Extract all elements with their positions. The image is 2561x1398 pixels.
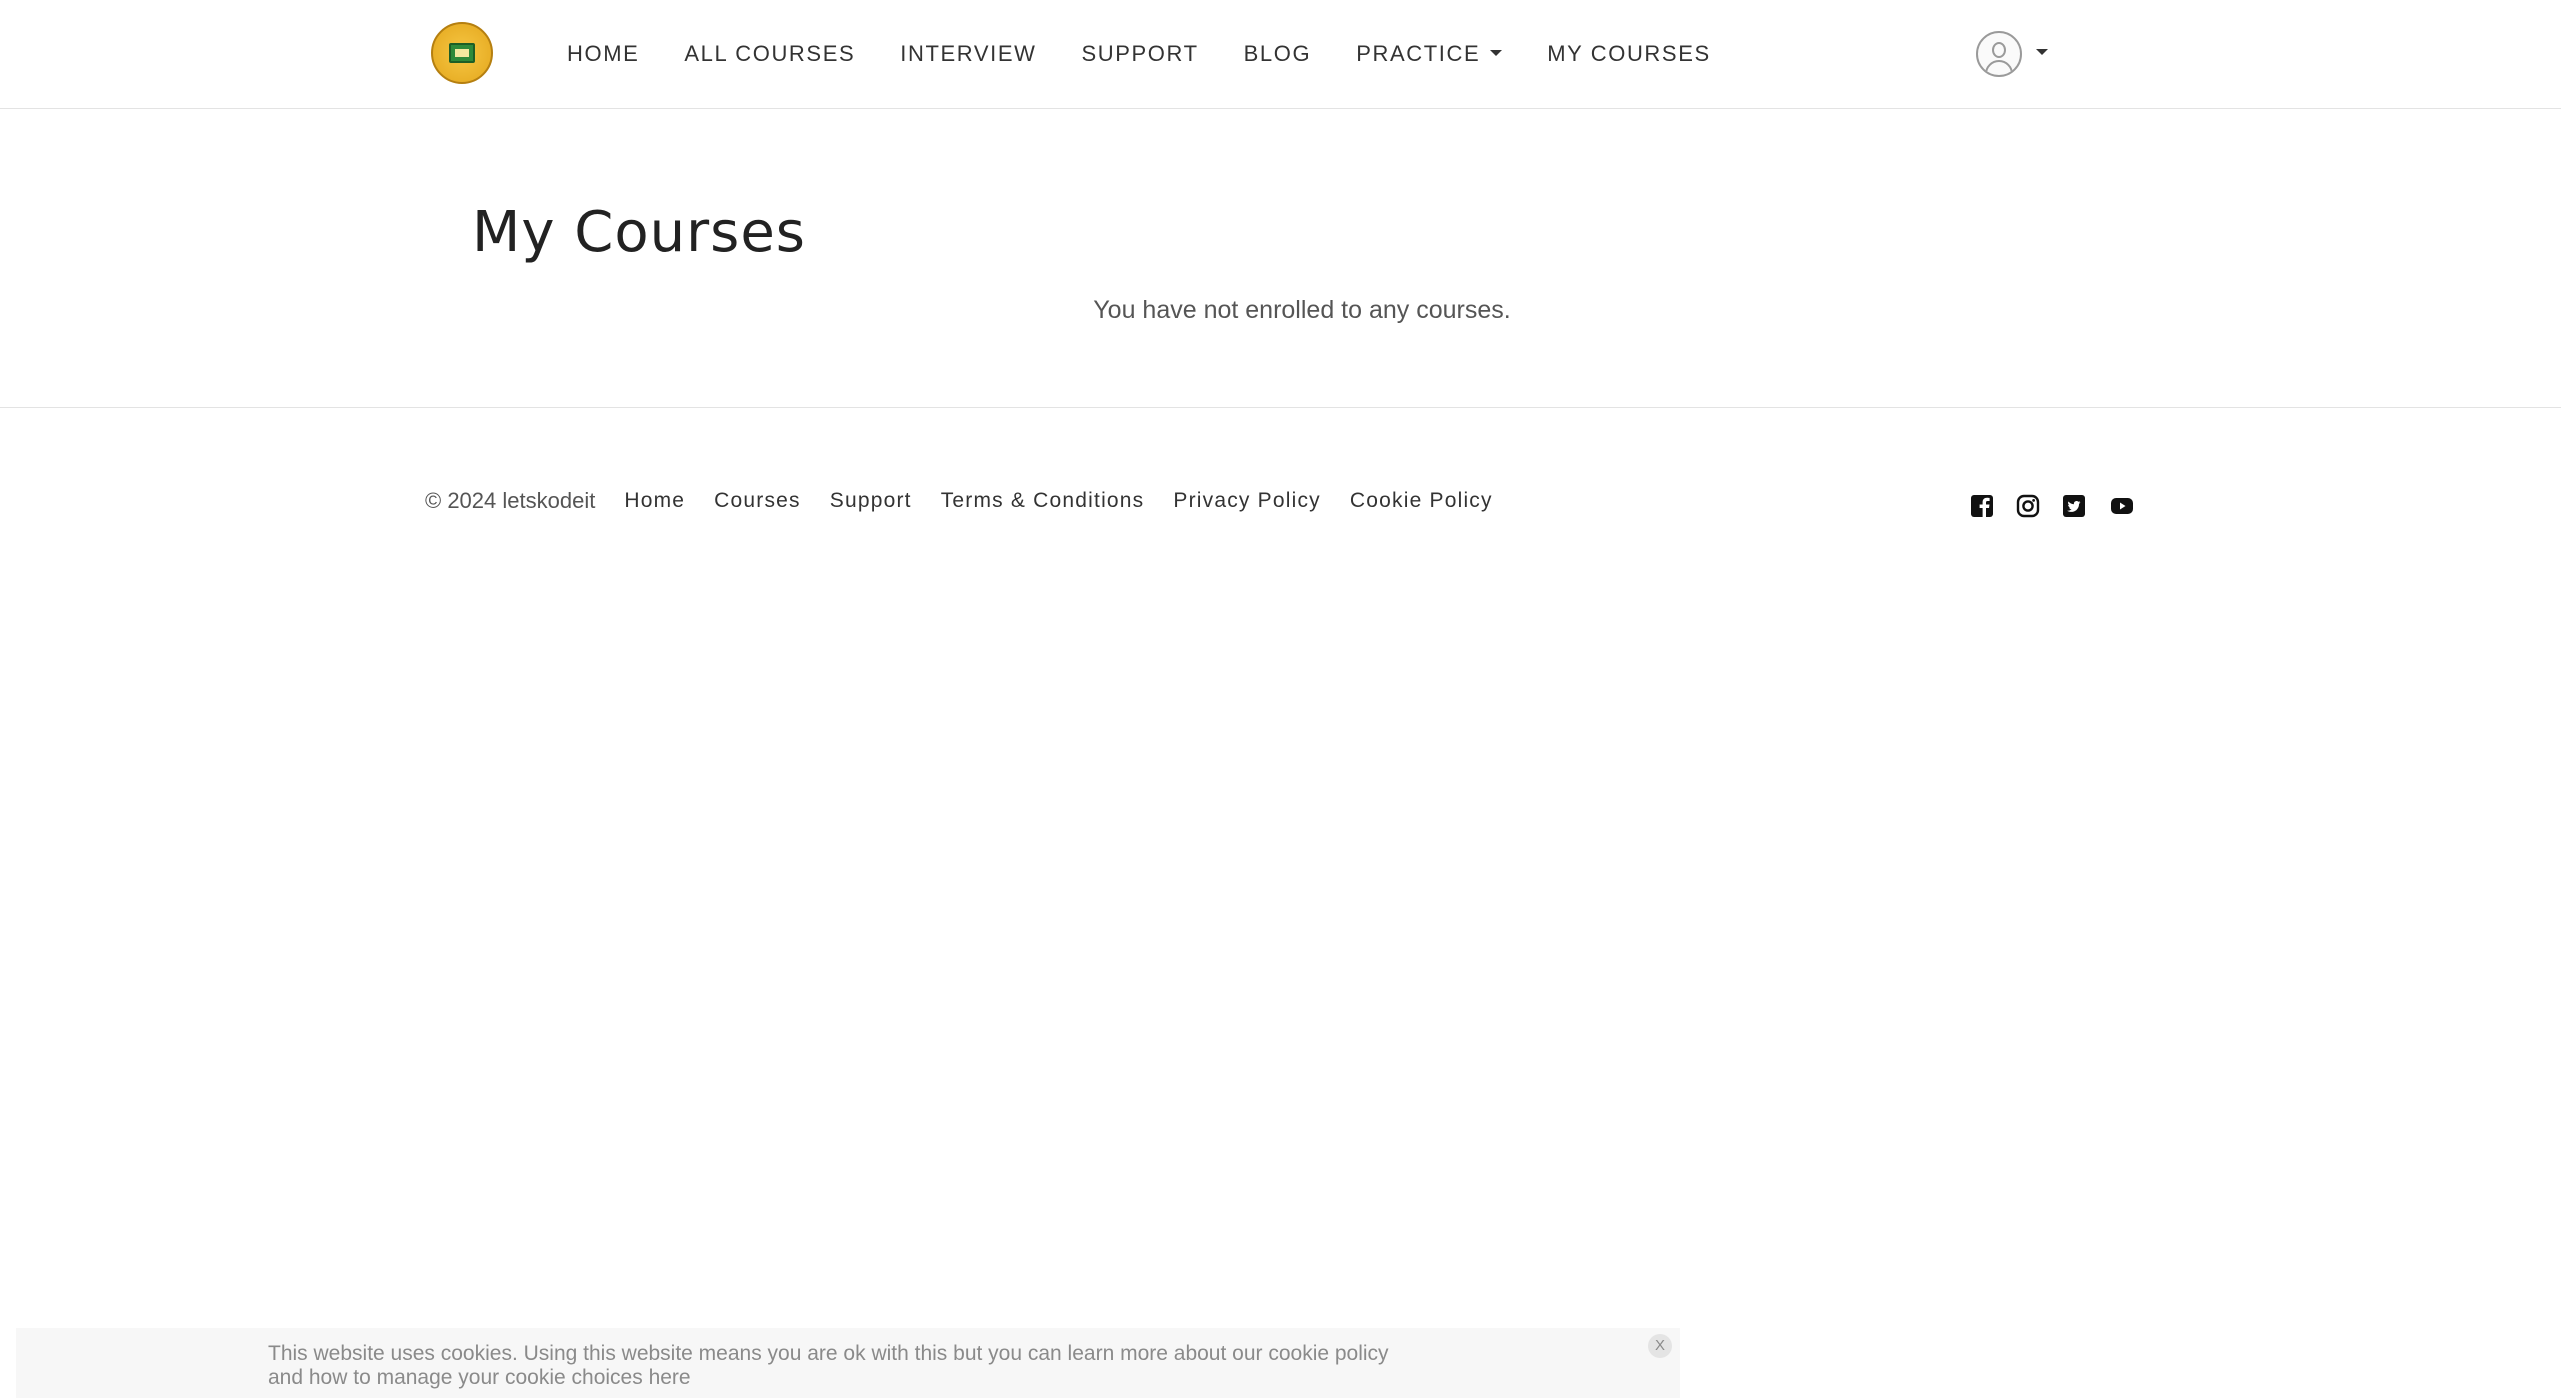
- cookie-message-line-1[interactable]: This website uses cookies. Using this we…: [268, 1342, 1468, 1366]
- social-links: [1970, 494, 2136, 518]
- nav-all-courses[interactable]: ALL COURSES: [684, 41, 855, 67]
- empty-courses-message: You have not enrolled to any courses.: [1093, 296, 1511, 324]
- main-nav: HOME ALL COURSES INTERVIEW SUPPORT BLOG …: [567, 0, 1756, 108]
- footer-link-terms[interactable]: Terms & Conditions: [941, 489, 1145, 513]
- footer-link-privacy[interactable]: Privacy Policy: [1173, 489, 1321, 513]
- instagram-icon[interactable]: [2016, 494, 2040, 518]
- cookie-banner: This website uses cookies. Using this we…: [16, 1328, 1680, 1398]
- user-menu-caret-icon[interactable]: [2036, 49, 2048, 55]
- nav-interview[interactable]: INTERVIEW: [900, 41, 1036, 67]
- footer-link-courses[interactable]: Courses: [714, 489, 801, 513]
- facebook-icon[interactable]: [1970, 494, 1994, 518]
- nav-my-courses[interactable]: MY COURSES: [1547, 41, 1711, 67]
- cookie-close-button[interactable]: X: [1648, 1334, 1672, 1358]
- site-footer: © 2024 letskodeit Home Courses Support T…: [0, 407, 2561, 607]
- user-menu[interactable]: [1976, 30, 2048, 78]
- footer-link-support[interactable]: Support: [830, 489, 912, 513]
- site-header: HOME ALL COURSES INTERVIEW SUPPORT BLOG …: [0, 0, 2561, 109]
- footer-link-cookie[interactable]: Cookie Policy: [1350, 489, 1493, 513]
- caret-down-icon: [1490, 50, 1503, 57]
- logo-laptop-icon: [449, 43, 475, 63]
- avatar-icon[interactable]: [1976, 31, 2022, 77]
- copyright: © 2024 letskodeit: [425, 488, 596, 513]
- nav-support[interactable]: SUPPORT: [1081, 41, 1198, 67]
- footer-link-home[interactable]: Home: [624, 489, 685, 513]
- nav-blog[interactable]: BLOG: [1244, 41, 1312, 67]
- youtube-icon[interactable]: [2108, 494, 2136, 518]
- nav-home[interactable]: HOME: [567, 41, 639, 67]
- twitter-icon[interactable]: [2062, 494, 2086, 518]
- cookie-message-line-2[interactable]: and how to manage your cookie choices he…: [268, 1366, 1468, 1390]
- footer-links: © 2024 letskodeit Home Courses Support T…: [425, 488, 1522, 514]
- cookie-message: This website uses cookies. Using this we…: [268, 1342, 1468, 1390]
- nav-practice[interactable]: PRACTICE: [1356, 41, 1503, 67]
- page-title: My Courses: [472, 200, 806, 265]
- site-logo[interactable]: [431, 22, 493, 84]
- nav-practice-label: PRACTICE: [1356, 41, 1481, 66]
